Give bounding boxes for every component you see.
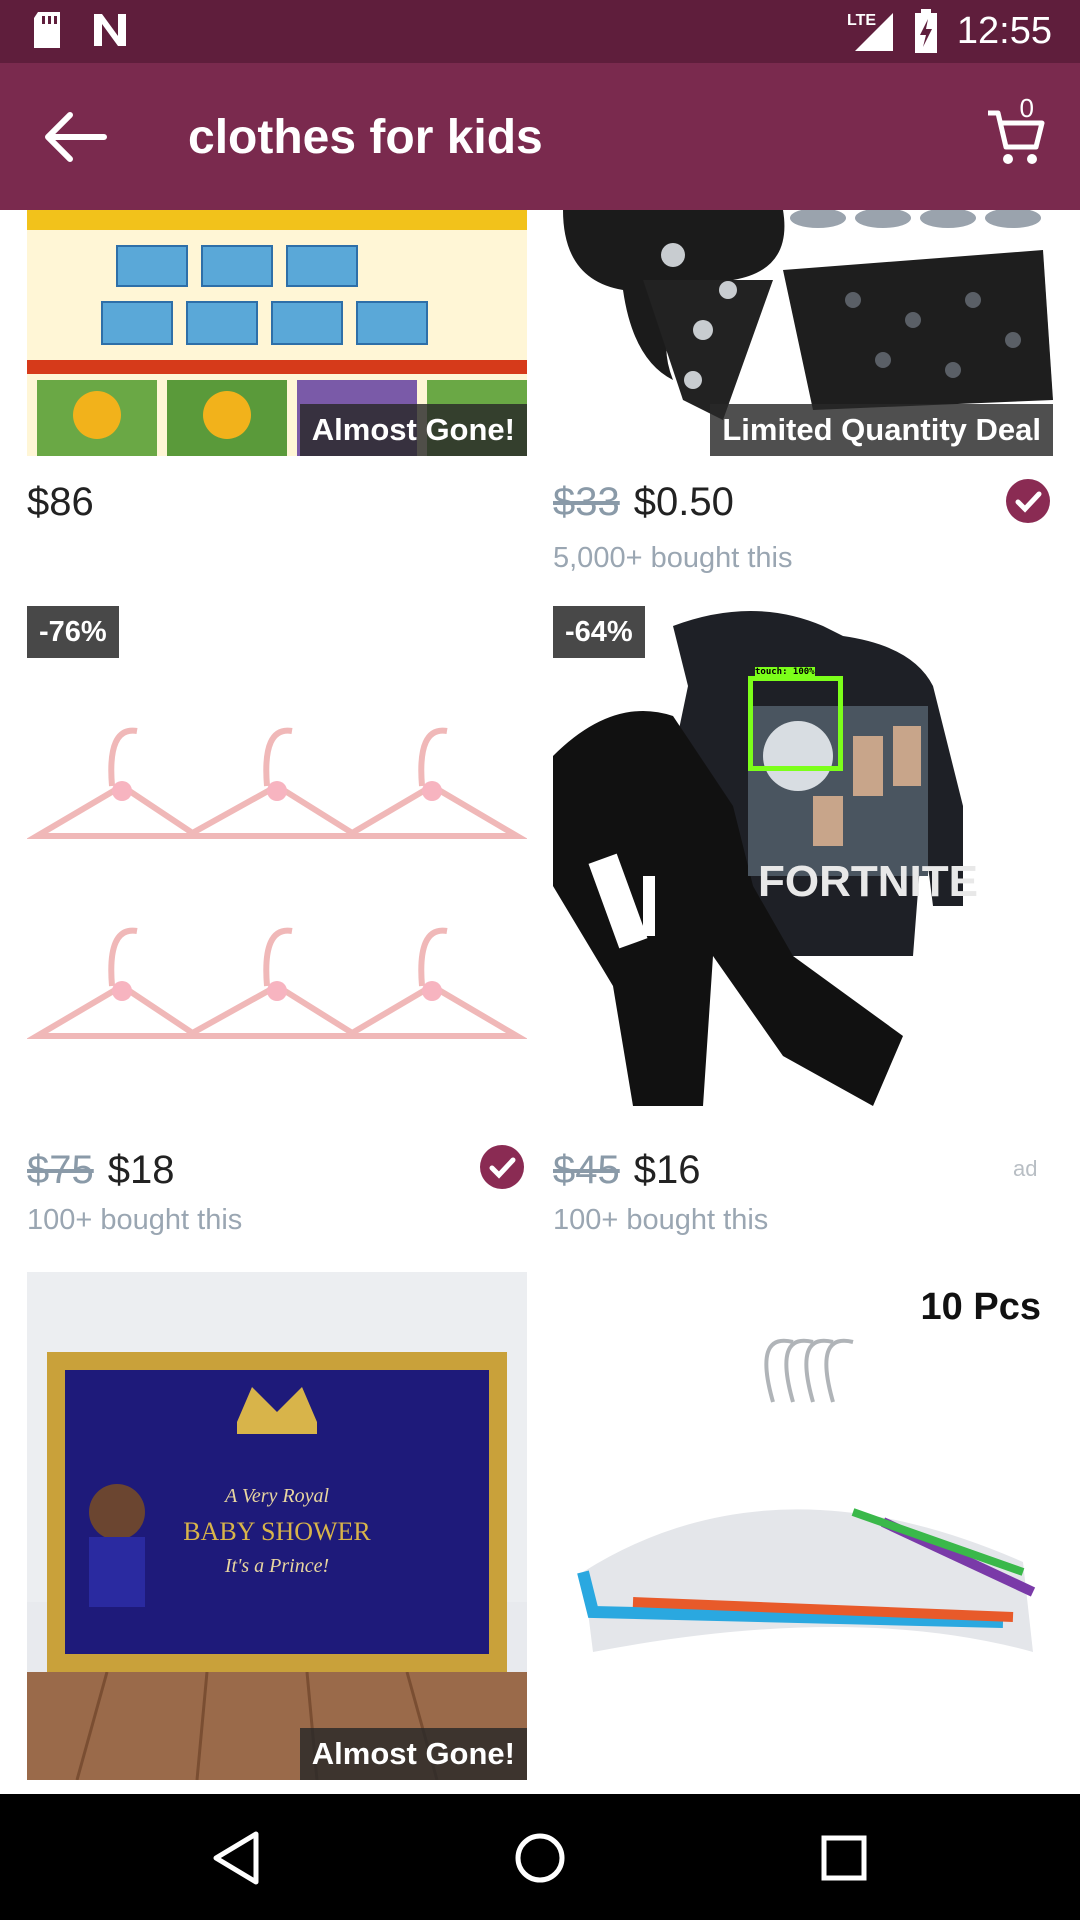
backdrop-line-1: A Very Royal [223,1485,329,1507]
original-price: $75 [27,1148,94,1192]
product-card[interactable]: -76% $75 $18 100+ bought this [27,606,527,1256]
baby-shower-backdrop-image: A Very Royal BABY SHOWER It's a Prince! [27,1272,527,1780]
product-image: 10 Pcs [553,1272,1053,1780]
original-price: $33 [553,480,620,524]
product-image: A Very Royal BABY SHOWER It's a Prince! … [27,1272,527,1780]
arrow-left-icon[interactable] [40,109,110,165]
price: $16 [633,1148,701,1192]
price-row: $33 $0.50 [553,480,734,525]
discount-badge: -64% [553,606,645,658]
product-card[interactable]: A Very Royal BABY SHOWER It's a Prince! … [27,1272,527,1782]
cart-icon [988,110,1045,164]
hoodie-graphic-text: FORTNITE [758,857,978,906]
almost-gone-badge: Almost Gone! [299,1728,527,1780]
network-type-text: LTE [847,12,876,29]
home-nav-icon[interactable] [510,1828,570,1888]
n-notification-icon [94,14,126,46]
product-image: Limited Quantity Deal [553,210,1053,456]
page-title: clothes for kids [188,111,543,164]
price: $86 [27,480,94,524]
product-card[interactable]: Almost Gone! $86 [27,210,527,580]
status-bar: LTE 12:55 [0,0,1080,63]
backdrop-line-3: It's a Prince! [224,1555,329,1577]
discount-badge: -76% [27,606,119,658]
product-card[interactable]: 10 Pcs [553,1272,1053,1782]
verified-badge-icon [480,1145,524,1189]
product-card[interactable]: Limited Quantity Deal $33 $0.50 5,000+ bo… [553,210,1053,580]
pink-hangers-image [27,727,527,1039]
bought-count: 5,000+ bought this [553,542,793,574]
almost-gone-badge: Almost Gone! [299,404,527,456]
touch-overlay-label: touch: 100% [755,667,815,677]
cart-count-badge: 0 [1019,93,1034,123]
product-image: Almost Gone! [27,210,527,456]
battery-charging-icon [914,9,937,53]
original-price: $45 [553,1148,620,1192]
backdrop-line-2: BABY SHOWER [183,1517,371,1546]
bought-count: 100+ bought this [27,1204,243,1236]
verified-badge-icon [1006,479,1050,523]
recents-nav-icon[interactable] [814,1828,874,1888]
price-row: $86 [27,480,94,525]
signal-icon: LTE [847,12,893,51]
price-row: $45 $16 [553,1148,701,1193]
price: $0.50 [633,480,734,524]
product-card[interactable]: FORTNITE -64% touch: 100% $45 $16 ad 100+… [553,606,1053,1256]
app-bar: clothes for kids 0 [0,63,1080,210]
product-image: FORTNITE -64% touch: 100% [553,606,1053,1116]
back-nav-icon[interactable] [206,1828,266,1888]
bought-count: 100+ bought this [553,1204,769,1236]
product-image: -76% [27,606,527,1106]
colorful-hangers-image [577,1338,1036,1652]
cart-button[interactable]: 0 [986,93,1046,171]
pack-size-label: 10 Pcs [920,1286,1041,1328]
sd-card-icon [34,12,60,48]
status-time: 12:55 [956,10,1052,52]
ad-label: ad [1013,1156,1038,1181]
product-grid: Almost Gone! $86 Limited Quantity Deal $… [0,210,1080,1794]
navigation-bar [0,1794,1080,1920]
price: $18 [107,1148,175,1192]
price-row: $75 $18 [27,1148,175,1193]
limited-deal-badge: Limited Quantity Deal [710,404,1053,456]
touch-overlay-box: touch: 100% [748,667,843,771]
